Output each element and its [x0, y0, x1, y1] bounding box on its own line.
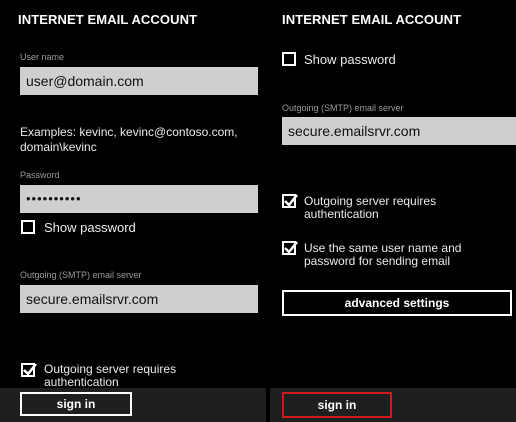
show-password-checkbox[interactable]	[21, 220, 35, 234]
requires-auth-checkbox[interactable]	[282, 194, 298, 208]
smtp-server-field[interactable]: secure.emailsrvr.com	[282, 117, 516, 145]
requires-auth-checkbox[interactable]	[21, 363, 37, 377]
username-field[interactable]: user@domain.com	[20, 67, 258, 95]
requires-auth-label: Outgoing server requires authentication	[304, 194, 437, 221]
left-screen: INTERNET EMAIL ACCOUNT User name user@do…	[0, 0, 266, 422]
app-bar: sign in	[270, 388, 516, 422]
show-password-label: Show password	[44, 220, 136, 235]
smtp-server-label: Outgoing (SMTP) email server	[282, 103, 404, 113]
username-examples: Examples: kevinc, kevinc@contoso.com, do…	[20, 125, 238, 154]
page-title: INTERNET EMAIL ACCOUNT	[282, 12, 462, 27]
requires-auth-label: Outgoing server requires authentication	[44, 362, 177, 389]
check-icon	[284, 194, 298, 207]
show-password-checkbox[interactable]	[282, 52, 296, 66]
password-field[interactable]: ••••••••••	[20, 185, 258, 213]
password-label: Password	[20, 170, 60, 180]
check-icon	[284, 241, 298, 254]
show-password-label: Show password	[304, 52, 396, 67]
right-screen: INTERNET EMAIL ACCOUNT Show password Out…	[270, 0, 516, 422]
advanced-settings-button[interactable]: advanced settings	[282, 290, 512, 316]
smtp-server-field[interactable]: secure.emailsrvr.com	[20, 285, 258, 313]
same-credentials-checkbox[interactable]	[282, 241, 298, 255]
same-credentials-label: Use the same user name and password for …	[304, 241, 462, 268]
check-icon	[23, 363, 37, 376]
smtp-server-label: Outgoing (SMTP) email server	[20, 270, 142, 280]
username-label: User name	[20, 52, 65, 62]
sign-in-button[interactable]: sign in	[20, 392, 132, 416]
page-title: INTERNET EMAIL ACCOUNT	[18, 12, 198, 27]
app-bar: sign in	[0, 388, 266, 422]
sign-in-button[interactable]: sign in	[282, 392, 392, 418]
